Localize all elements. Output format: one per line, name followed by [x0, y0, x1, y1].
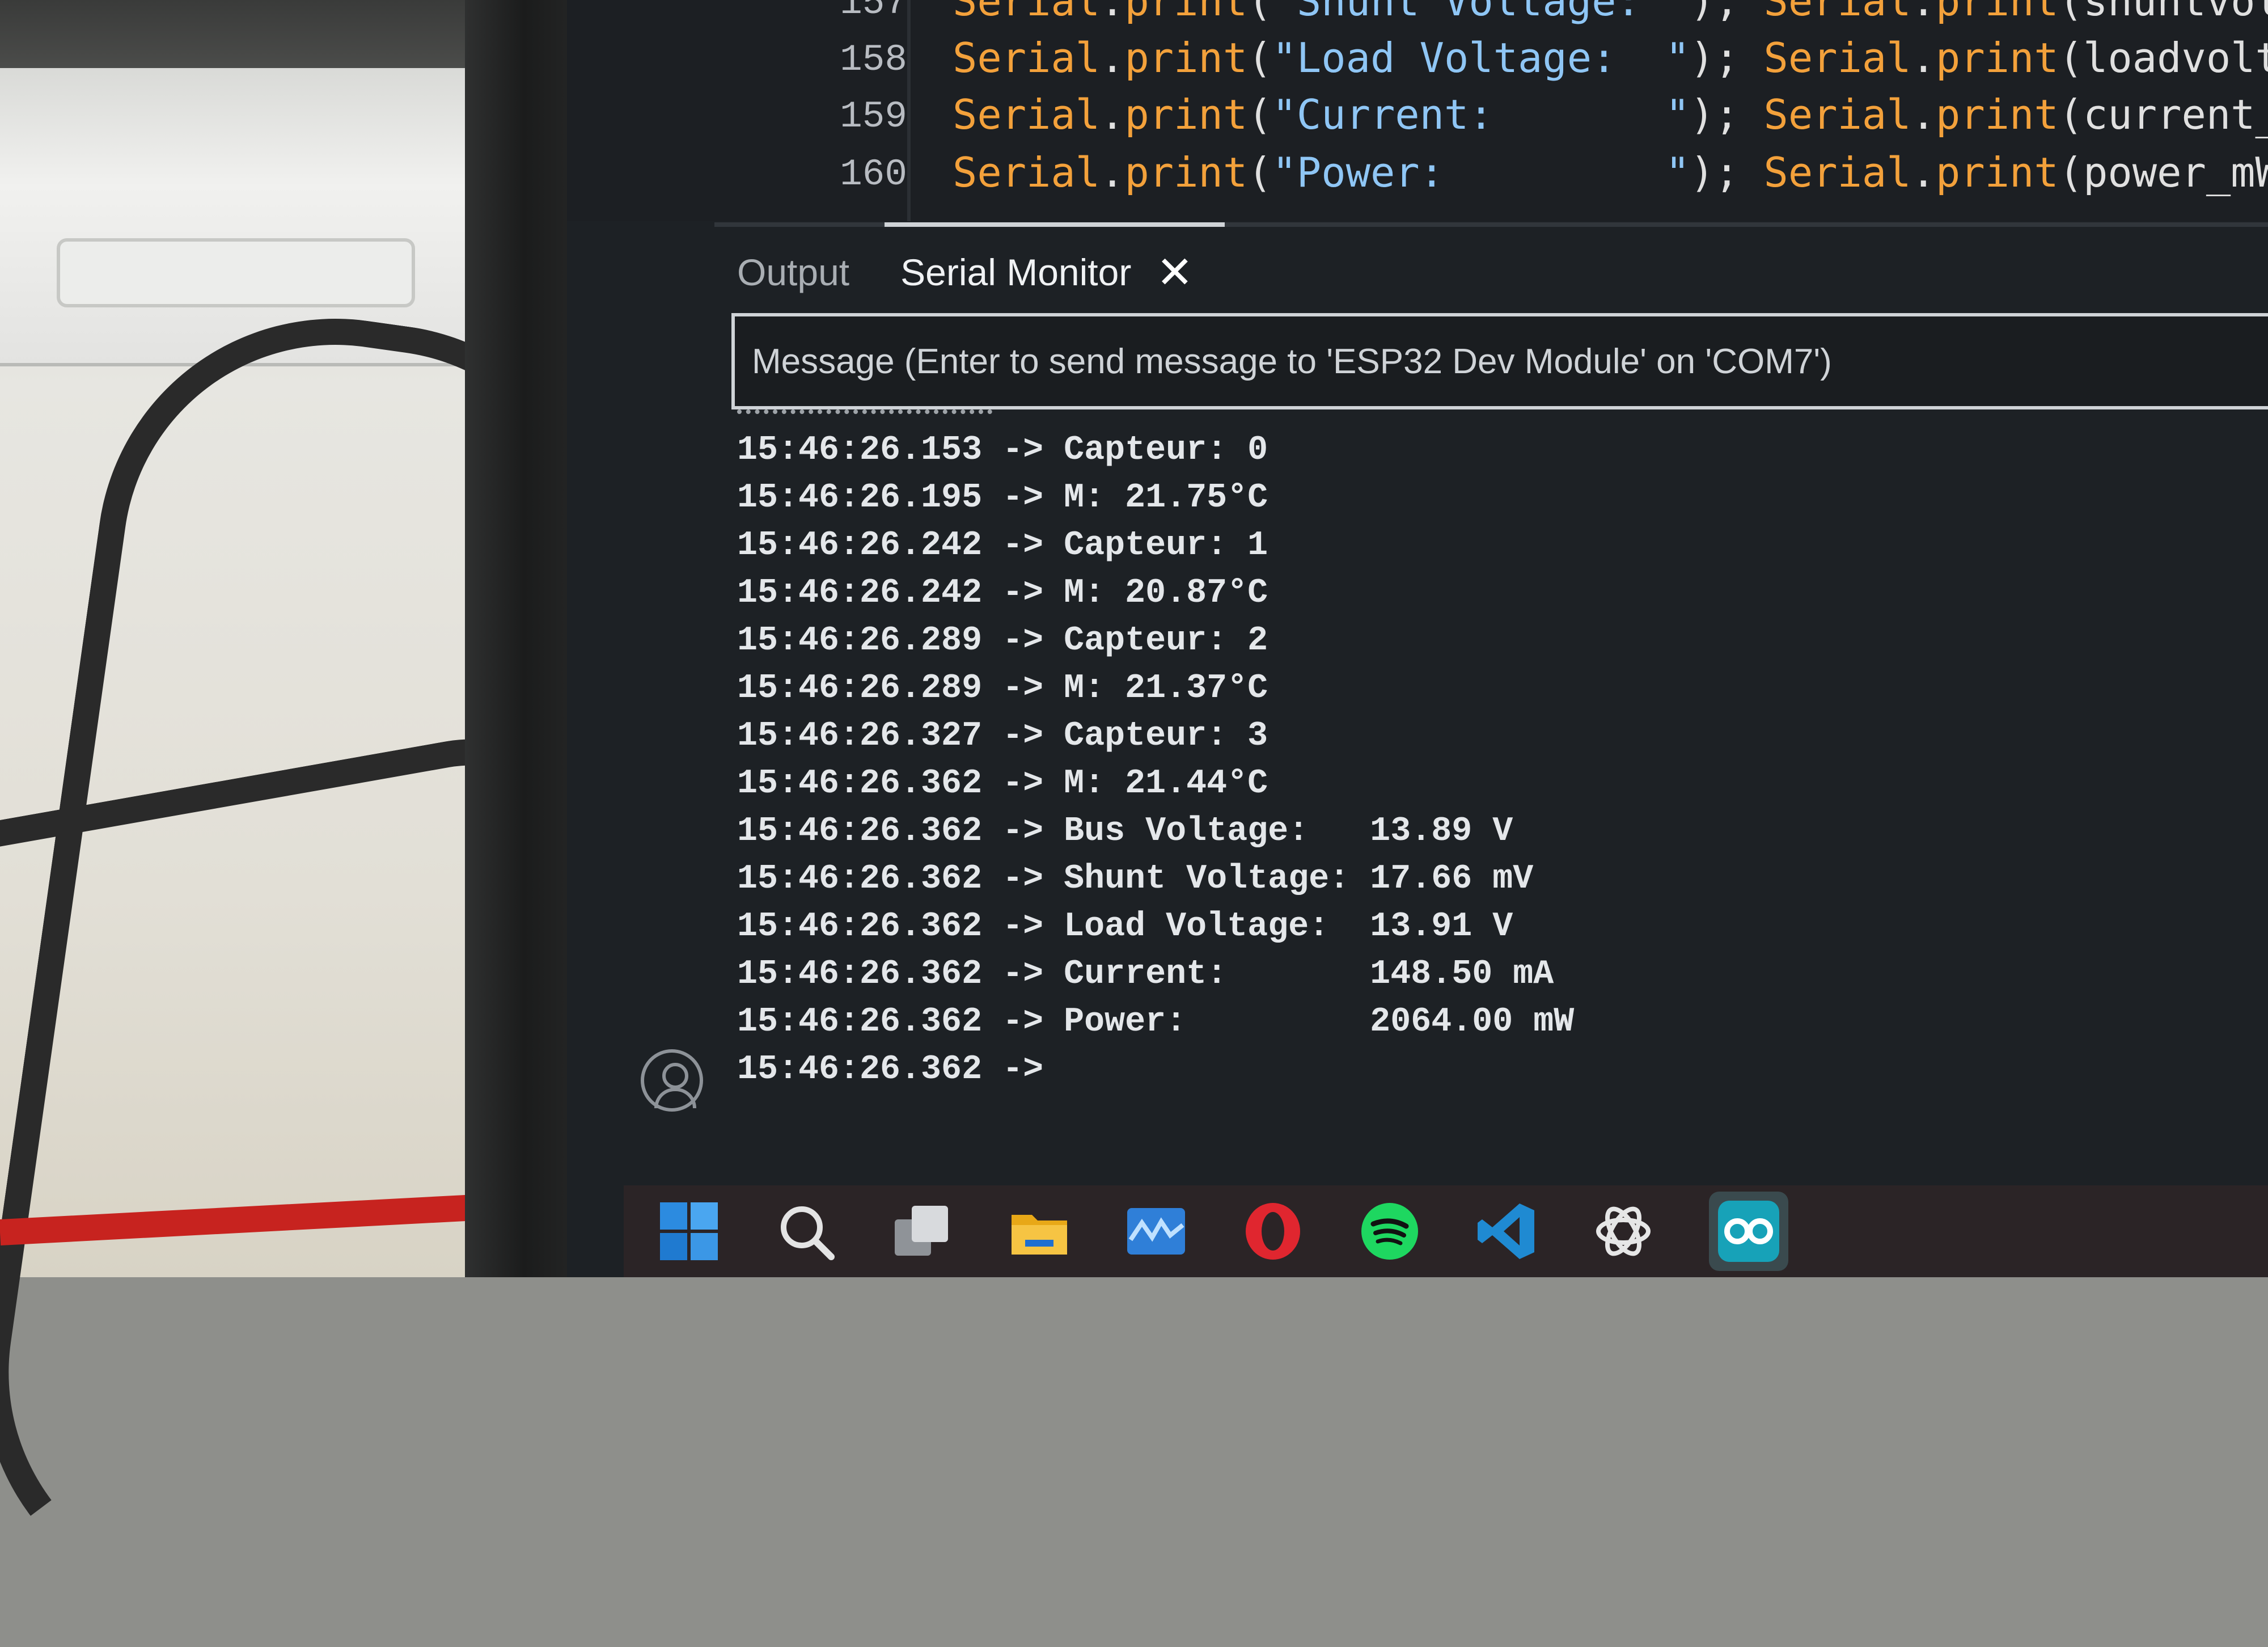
code-token: (: [1247, 34, 1272, 82]
code-token: Serial: [1763, 149, 1911, 196]
console-line: 15:46:26.327 -> Capteur: 3: [737, 717, 1268, 755]
code-token: Serial: [1763, 0, 1911, 25]
active-tab-indicator: [885, 222, 1225, 227]
code-token: print: [1935, 34, 2059, 82]
code-token: Serial: [1763, 34, 1911, 82]
code-token: print: [1124, 34, 1248, 82]
console-line: 15:46:26.362 -> Shunt Voltage: 17.66 mV: [737, 860, 1534, 898]
tab-serial-monitor-label: Serial Monitor: [900, 251, 1132, 293]
line-number-gutter: 157 158 159 160: [726, 0, 907, 221]
code-token: (: [1247, 0, 1272, 25]
code-token: (: [1247, 149, 1272, 196]
code-line: Serial.print("Load Voltage: "); Serial.p…: [953, 34, 2268, 82]
console-line: 15:46:26.242 -> Capteur: 1: [737, 526, 1268, 565]
search-icon[interactable]: [775, 1200, 837, 1262]
windows-start-icon[interactable]: [658, 1200, 720, 1262]
tab-serial-monitor[interactable]: Serial Monitor ✕: [900, 250, 1194, 294]
account-head: [662, 1063, 688, 1089]
code-token: (current_mA);: [2058, 91, 2268, 138]
code-token: print: [1124, 149, 1248, 196]
line-number: 160: [840, 153, 907, 196]
code-token: (: [1247, 91, 1272, 138]
console-line: 15:46:26.362 -> Load Voltage: 13.91 V: [737, 907, 1513, 946]
code-token: "Power: ": [1272, 149, 1690, 196]
chatgpt-icon[interactable]: [1592, 1200, 1655, 1262]
console-line: 15:46:26.362 ->: [737, 1050, 1044, 1089]
code-token: Serial: [953, 0, 1101, 25]
code-token: .: [1911, 0, 1936, 25]
arduino-ide-icon[interactable]: [1709, 1192, 1788, 1271]
code-token: (shuntvoltage);: [2058, 0, 2268, 25]
windows-taskbar: [624, 1185, 2268, 1277]
console-line: 15:46:26.362 -> Power: 2064.00 mW: [737, 1003, 1575, 1041]
arduino-ide-screen: 157 158 159 160 Serial.print("Shunt Voltage…: [567, 0, 2268, 1277]
account-body: [654, 1088, 696, 1108]
code-token: print: [1935, 149, 2059, 196]
code-line: Serial.print("Current: "); Serial.print(…: [953, 91, 2268, 138]
code-token: .: [1100, 34, 1125, 82]
code-token: print: [1935, 0, 2059, 25]
serial-message-input[interactable]: [731, 313, 2268, 409]
console-line: 15:46:26.362 -> Bus Voltage: 13.89 V: [737, 812, 1513, 851]
code-token: print: [1124, 91, 1248, 138]
vscode-icon[interactable]: [1475, 1200, 1538, 1262]
shelf: [0, 68, 488, 366]
console-line: 15:46:26.242 -> M: 20.87°C: [737, 574, 1268, 613]
console-line: 15:46:26.153 -> Capteur: 0: [737, 431, 1268, 470]
code-token: .: [1100, 149, 1125, 196]
console-line: 15:46:26.362 -> Current: 148.50 mA: [737, 955, 1554, 994]
file-explorer-icon[interactable]: [1008, 1200, 1070, 1262]
code-token: (power_mW);: [2058, 149, 2268, 196]
console-line: 15:46:26.289 -> Capteur: 2: [737, 622, 1268, 660]
code-token: );: [1690, 149, 1764, 196]
code-token: print: [1935, 91, 2059, 138]
code-token: Serial: [1763, 91, 1911, 138]
code-token: );: [1690, 91, 1764, 138]
spotify-icon[interactable]: [1359, 1200, 1421, 1262]
stock-chart-icon[interactable]: [1125, 1200, 1187, 1262]
tab-output[interactable]: Output: [737, 251, 849, 294]
code-token: .: [1911, 149, 1936, 196]
clipped-console-line: [737, 409, 992, 422]
task-view-icon[interactable]: [891, 1200, 954, 1262]
line-number: 159: [840, 95, 907, 138]
code-line: Serial.print("Shunt Voltage: "); Serial.…: [953, 0, 2268, 25]
code-token: );: [1690, 0, 1764, 25]
code-token: .: [1911, 34, 1936, 82]
shelf-slot: [57, 238, 415, 307]
bottom-panel-tabs: Output Serial Monitor ✕: [737, 238, 1194, 306]
code-token: Serial: [953, 91, 1101, 138]
code-token: (loadvoltage);: [2058, 34, 2268, 82]
opera-icon[interactable]: [1242, 1200, 1304, 1262]
line-number: 157: [840, 0, 907, 24]
code-token: .: [1911, 91, 1936, 138]
code-token: print: [1124, 0, 1248, 25]
gutter-separator: [907, 0, 911, 221]
console-line: 15:46:26.289 -> M: 21.37°C: [737, 669, 1268, 708]
console-line: 15:46:26.195 -> M: 21.75°C: [737, 479, 1268, 517]
code-token: Serial: [953, 149, 1101, 196]
code-token: .: [1100, 0, 1125, 25]
close-icon[interactable]: ✕: [1156, 250, 1193, 294]
account-icon[interactable]: [641, 1049, 703, 1112]
code-token: );: [1690, 34, 1764, 82]
code-line: Serial.print("Power: "); Serial.print(po…: [953, 149, 2268, 196]
code-token: "Load Voltage: ": [1272, 34, 1690, 82]
console-line: 15:46:26.362 -> M: 21.44°C: [737, 765, 1268, 803]
line-number: 158: [840, 39, 907, 81]
code-token: .: [1100, 91, 1125, 138]
code-editor[interactable]: 157 158 159 160 Serial.print("Shunt Voltage…: [567, 0, 2268, 221]
code-token: Serial: [953, 34, 1101, 82]
code-token: "Shunt Voltage: ": [1272, 0, 1690, 25]
code-token: "Current: ": [1272, 91, 1690, 138]
